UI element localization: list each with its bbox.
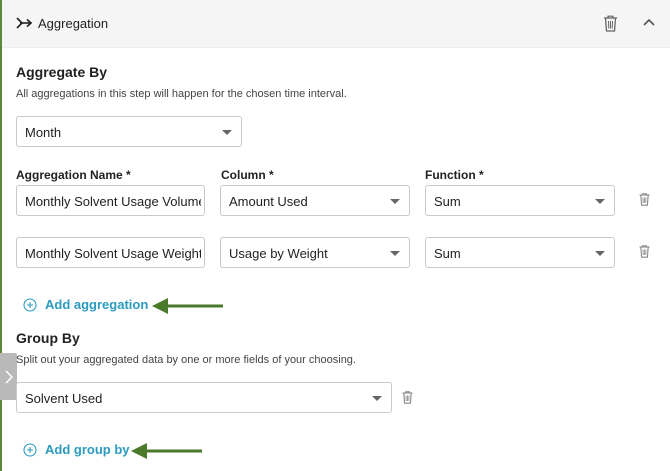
function-select[interactable]: Sum [425,185,615,216]
group-by-helper: Split out your aggregated data by one or… [16,354,356,366]
column-select[interactable]: Usage by Weight [220,237,410,268]
group-by-field-select[interactable]: Solvent Used [16,382,392,413]
left-green-rail [0,0,2,471]
add-aggregation-button[interactable]: Add aggregation [23,297,148,312]
dropdown-caret-icon [222,130,232,135]
interval-select[interactable]: Month [16,116,242,147]
dropdown-caret-icon [390,199,400,204]
aggregate-by-helper: All aggregations in this step will happe… [16,88,347,100]
aggregation-name-value: Monthly Solvent Usage Volume [25,194,201,209]
aggregation-name-input[interactable]: Monthly Solvent Usage Weight [16,237,205,268]
aggregate-by-title: Aggregate By [16,64,108,80]
column-value: Amount Used [229,194,308,209]
aggregation-name-label: Aggregation Name * [16,168,131,182]
function-label: Function * [425,168,484,182]
delete-group-by-icon[interactable] [402,391,413,404]
arrow-left-icon [131,443,202,459]
step-title: Aggregation [38,16,109,31]
plus-circle-icon [23,297,37,312]
dropdown-caret-icon [372,396,382,401]
function-value: Sum [434,194,461,209]
dropdown-caret-icon [390,251,400,256]
aggregation-name-input[interactable]: Monthly Solvent Usage Volume [16,185,205,216]
column-value: Usage by Weight [229,246,328,261]
interval-value: Month [25,125,62,140]
plus-circle-icon [23,442,37,457]
group-by-field-value: Solvent Used [25,391,103,406]
merge-arrow-icon [16,17,32,29]
function-value: Sum [434,246,461,261]
aggregation-name-value: Monthly Solvent Usage Weight [25,246,201,261]
dropdown-caret-icon [595,199,605,204]
column-label: Column * [221,168,274,182]
side-panel-toggle[interactable] [0,353,17,400]
delete-aggregation-icon[interactable] [639,245,650,258]
function-select[interactable]: Sum [425,237,615,268]
delete-step-icon[interactable] [603,15,618,32]
arrow-left-icon [152,298,223,314]
step-header[interactable]: Aggregation [2,0,670,48]
column-select[interactable]: Amount Used [220,185,410,216]
add-group-by-label: Add group by [45,442,130,457]
add-aggregation-label: Add aggregation [45,297,149,312]
collapse-chevron-icon[interactable] [643,18,655,26]
chevron-right-icon [4,369,13,384]
group-by-title: Group By [16,330,80,346]
add-group-by-button[interactable]: Add group by [23,442,130,457]
dropdown-caret-icon [595,251,605,256]
delete-aggregation-icon[interactable] [639,193,650,206]
